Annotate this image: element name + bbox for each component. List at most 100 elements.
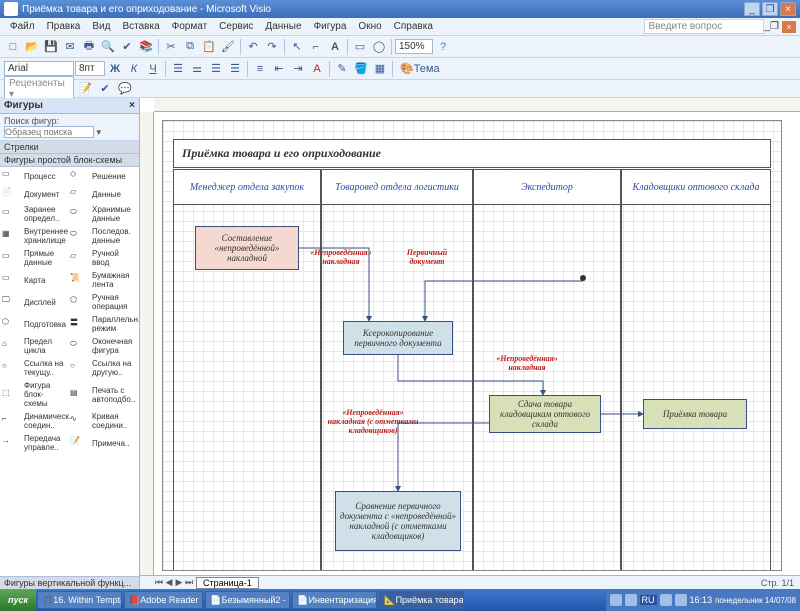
paste-icon[interactable]: 📋 xyxy=(200,38,218,56)
underline-icon[interactable]: Ч xyxy=(144,60,162,78)
process-box-delivery[interactable]: Сдача товара кладовщикам оптового склада xyxy=(489,395,601,433)
tab-next-icon[interactable]: ▶ xyxy=(174,577,184,588)
close-button[interactable]: × xyxy=(780,2,796,16)
shape-stencil-item[interactable]: →Передача управле.. xyxy=(0,433,68,453)
tray-icon[interactable] xyxy=(660,594,672,606)
font-name-box[interactable]: Arial xyxy=(4,61,74,76)
fill-color-icon[interactable]: 🪣 xyxy=(352,60,370,78)
shape-stencil-item[interactable]: ▭Прямые данные xyxy=(0,248,68,268)
mail-icon[interactable]: ✉ xyxy=(61,38,79,56)
align-left-icon[interactable]: ☰ xyxy=(169,60,187,78)
search-chevron-icon[interactable]: ▾ xyxy=(97,127,102,137)
align-justify-icon[interactable]: ☰ xyxy=(226,60,244,78)
shape-stencil-item[interactable]: ◇Решение xyxy=(68,168,136,184)
shape-stencil-item[interactable]: ▱Данные xyxy=(68,186,136,202)
menu-window[interactable]: Окно xyxy=(352,21,387,32)
shape-stencil-item[interactable]: ▭Заранее определ.. xyxy=(0,204,68,224)
shape-stencil-item[interactable]: ▱Ручной ввод xyxy=(68,248,136,268)
tray-icon[interactable] xyxy=(675,594,687,606)
format-painter-icon[interactable]: 🖌 xyxy=(219,38,237,56)
menu-help[interactable]: Справка xyxy=(388,21,439,32)
shape-stencil-item[interactable]: 🖵Дисплей xyxy=(0,292,68,312)
process-box-receive[interactable]: Приёмка товара xyxy=(643,399,747,429)
start-button[interactable]: пуск xyxy=(0,589,36,611)
shape-stencil-item[interactable]: ○Ссылка на текущу.. xyxy=(0,358,68,378)
menu-file[interactable]: Файл xyxy=(4,21,41,32)
ellipse-icon[interactable]: ◯ xyxy=(370,38,388,56)
print-icon[interactable]: 🖶 xyxy=(80,38,98,56)
bullets-icon[interactable]: ≡ xyxy=(251,60,269,78)
taskbar-item[interactable]: 📄Безымянный2 - O... xyxy=(205,591,290,609)
copy-icon[interactable]: ⧉ xyxy=(181,38,199,56)
bold-icon[interactable]: Ж xyxy=(106,60,124,78)
tab-prev-icon[interactable]: ◀ xyxy=(164,577,174,588)
menu-tools[interactable]: Сервис xyxy=(213,21,259,32)
shapes-category-arrows[interactable]: Стрелки xyxy=(0,141,139,154)
tray-time[interactable]: 16:13 xyxy=(690,595,713,605)
shape-stencil-item[interactable]: ⬡Подготовка xyxy=(0,314,68,334)
doc-close-button[interactable]: × xyxy=(782,21,796,33)
shape-stencil-item[interactable]: ⬭Оконечная фигура xyxy=(68,336,136,356)
shape-stencil-item[interactable]: ∿Кривая соедини.. xyxy=(68,411,136,431)
swimlane-head-2[interactable]: Товаровед отдела логистики xyxy=(321,169,473,205)
shapes-panel-close-icon[interactable]: × xyxy=(129,100,135,111)
help-question-box[interactable]: Введите вопрос xyxy=(644,19,764,34)
tray-date[interactable]: понедельник 14/07/08 xyxy=(715,596,796,605)
new-icon[interactable]: □ xyxy=(4,38,22,56)
save-icon[interactable]: 💾 xyxy=(42,38,60,56)
maximize-button[interactable]: ❐ xyxy=(762,2,778,16)
font-size-box[interactable]: 8пт xyxy=(75,61,105,76)
menu-view[interactable]: Вид xyxy=(86,21,116,32)
tab-first-icon[interactable]: ⏮ xyxy=(154,577,164,588)
shadow-icon[interactable]: ▦ xyxy=(371,60,389,78)
process-box-compare[interactable]: Сравнение первичного документа с «непров… xyxy=(335,491,461,551)
swimlane-head-3[interactable]: Экспедитор xyxy=(473,169,621,205)
line-color-icon[interactable]: ✎ xyxy=(333,60,351,78)
menu-format[interactable]: Формат xyxy=(166,21,214,32)
shape-stencil-item[interactable]: 📝Примеча.. xyxy=(68,433,136,453)
menu-data[interactable]: Данные xyxy=(259,21,307,32)
shape-stencil-item[interactable]: ▦Внутреннее хранилище xyxy=(0,226,68,246)
text-icon[interactable]: A xyxy=(326,38,344,56)
pointer-icon[interactable]: ↖ xyxy=(288,38,306,56)
spell-icon[interactable]: ✔ xyxy=(118,38,136,56)
shape-stencil-item[interactable]: ⬭Хранимые данные xyxy=(68,204,136,224)
swimlane-title[interactable]: Приёмка товара и его оприходование xyxy=(173,139,771,168)
page-tab[interactable]: Страница-1 xyxy=(196,577,259,589)
language-indicator[interactable]: RU xyxy=(640,595,657,605)
theme-button[interactable]: 🎨Тема xyxy=(396,60,444,78)
canvas-scroll[interactable]: Приёмка товара и его оприходование Менед… xyxy=(154,112,800,575)
shape-stencil-item[interactable]: 📄Документ xyxy=(0,186,68,202)
menu-shape[interactable]: Фигура xyxy=(308,21,353,32)
shape-stencil-item[interactable]: ○Ссылка на другую.. xyxy=(68,358,136,378)
swimlane-head-1[interactable]: Менеджер отдела закупок xyxy=(173,169,321,205)
shape-stencil-item[interactable]: 📜Бумажная лента xyxy=(68,270,136,290)
doc-restore-button[interactable]: ❐ xyxy=(770,21,779,32)
swimlane-head-4[interactable]: Кладовщики оптового склада xyxy=(621,169,771,205)
minimize-button[interactable]: _ xyxy=(744,2,760,16)
taskbar-item[interactable]: 🎵16. Within Temptati... xyxy=(37,591,122,609)
undo-icon[interactable]: ↶ xyxy=(244,38,262,56)
tray-icon[interactable] xyxy=(625,594,637,606)
process-box-compose[interactable]: Составление «непроведённой» накладной xyxy=(195,226,299,270)
research-icon[interactable]: 📚 xyxy=(137,38,155,56)
open-icon[interactable]: 📂 xyxy=(23,38,41,56)
review-comment-icon[interactable]: 💬 xyxy=(116,80,134,98)
review-accept-icon[interactable]: ✔ xyxy=(96,80,114,98)
align-right-icon[interactable]: ☰ xyxy=(207,60,225,78)
redo-icon[interactable]: ↷ xyxy=(263,38,281,56)
shape-stencil-item[interactable]: 〓Параллельн. режим xyxy=(68,314,136,334)
shape-stencil-item[interactable]: ⬚Фигура блок-схемы xyxy=(0,380,68,409)
shape-stencil-item[interactable]: ⌐Динамическ. соедин.. xyxy=(0,411,68,431)
tab-last-icon[interactable]: ⏭ xyxy=(184,577,194,588)
shape-stencil-item[interactable]: ⬭Последов. данные xyxy=(68,226,136,246)
help-icon[interactable]: ? xyxy=(434,38,452,56)
shapes-search-input[interactable] xyxy=(4,126,94,138)
tray-icon[interactable] xyxy=(610,594,622,606)
shape-stencil-item[interactable]: ▤Печать с автоподбо.. xyxy=(68,380,136,409)
shape-stencil-item[interactable]: ⌂Предел цикла xyxy=(0,336,68,356)
shape-stencil-item[interactable]: ⬠Ручная операция xyxy=(68,292,136,312)
italic-icon[interactable]: К xyxy=(125,60,143,78)
menu-edit[interactable]: Правка xyxy=(41,21,87,32)
shape-stencil-item[interactable]: ▭Процесс xyxy=(0,168,68,184)
